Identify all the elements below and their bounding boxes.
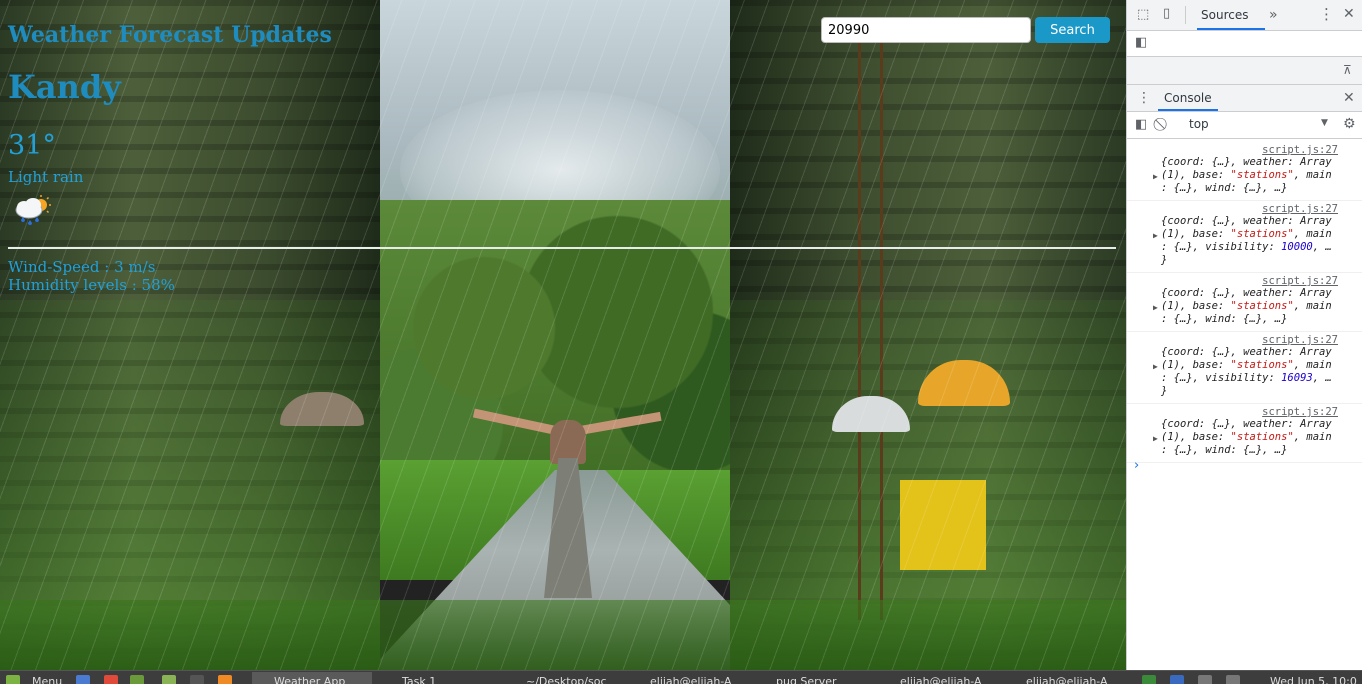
menu-button[interactable]: Menu	[32, 675, 62, 684]
toolbar-separator	[1185, 6, 1186, 24]
clock[interactable]: Wed Jun 5, 10:0	[1270, 675, 1357, 684]
close-drawer-icon[interactable]: ✕	[1343, 91, 1355, 105]
devtools-toolbar: ⬚ ▯ Sources » ⋮ ✕	[1127, 0, 1362, 31]
gear-icon[interactable]: ⚙	[1343, 117, 1356, 131]
app-icon[interactable]	[218, 675, 232, 684]
search-button[interactable]: Search	[1035, 17, 1110, 43]
console-log-entry[interactable]: script.js:27 ▶ {coord: {…}, weather: Array…	[1127, 142, 1362, 201]
log-source-link[interactable]: script.js:27	[1262, 275, 1338, 287]
tab-active-indicator	[1197, 28, 1265, 30]
log-line: : {…}, visibility: 10000, …	[1161, 241, 1332, 253]
drawer-control-bar: ⊼	[1127, 57, 1362, 85]
city-name: Kandy	[8, 68, 121, 106]
taskbar-window-button[interactable]: Weather App	[252, 672, 372, 684]
log-line: {coord: {…}, weather: Array	[1161, 346, 1332, 358]
log-line: : {…}, wind: {…}, …}	[1161, 313, 1288, 325]
log-line: {coord: {…}, weather: Array	[1161, 418, 1332, 430]
app-title: Weather Forecast Updates	[8, 22, 332, 48]
display-icon[interactable]	[1198, 675, 1212, 684]
console-log-entry[interactable]: script.js:27 ▶ {coord: {…}, weather: Array…	[1127, 332, 1362, 404]
close-icon[interactable]: ✕	[1343, 7, 1355, 21]
kebab-menu-icon[interactable]: ⋮	[1319, 7, 1334, 22]
drawer-menu-icon[interactable]: ⋮	[1137, 91, 1151, 105]
log-source-link[interactable]: script.js:27	[1262, 203, 1338, 215]
taskbar-window-button[interactable]: elijah@elijah-A	[878, 675, 998, 684]
console-prompt-icon[interactable]: ›	[1134, 458, 1139, 473]
log-source-link[interactable]: script.js:27	[1262, 334, 1338, 346]
context-selector[interactable]: top	[1189, 117, 1329, 134]
expand-triangle-icon[interactable]: ▶	[1153, 362, 1158, 371]
expand-triangle-icon[interactable]: ▶	[1153, 434, 1158, 443]
console-log-entry[interactable]: script.js:27 ▶ {coord: {…}, weather: Array…	[1127, 201, 1362, 273]
divider	[8, 247, 1116, 249]
sources-toolbar: ◧	[1127, 31, 1362, 57]
log-source-link[interactable]: script.js:27	[1262, 406, 1338, 418]
wind-speed: Wind-Speed : 3 m/s	[8, 258, 156, 276]
device-toolbar-icon[interactable]: ▯	[1163, 7, 1170, 20]
expand-triangle-icon[interactable]: ▶	[1153, 231, 1158, 240]
mint-menu-icon[interactable]	[6, 675, 20, 684]
log-line: : {…}, wind: {…}, …}	[1161, 182, 1288, 194]
rain-cloud-sun-icon	[15, 195, 51, 225]
console-log-entry[interactable]: script.js:27 ▶ {coord: {…}, weather: Array…	[1127, 273, 1362, 332]
temperature: 31°	[8, 130, 56, 161]
chevron-down-icon: ▼	[1321, 118, 1328, 128]
expand-triangle-icon[interactable]: ▶	[1153, 303, 1158, 312]
chrome-icon[interactable]	[104, 675, 118, 684]
show-sidebar-icon[interactable]: ◧	[1135, 118, 1147, 131]
weather-app: Weather Forecast Updates Kandy 31° Light…	[0, 0, 1126, 670]
log-source-link[interactable]: script.js:27	[1262, 144, 1338, 156]
console-log-entry[interactable]: script.js:27 ▶ {coord: {…}, weather: Array…	[1127, 404, 1362, 463]
weather-description: Light rain	[8, 168, 84, 186]
more-tabs-icon[interactable]: »	[1269, 8, 1278, 22]
log-line: {coord: {…}, weather: Array	[1161, 156, 1332, 168]
log-line: {coord: {…}, weather: Array	[1161, 287, 1332, 299]
taskbar: Menu Weather App Task 1 ~/Desktop/soc elija…	[0, 670, 1362, 684]
log-line: (1), base: "stations", main	[1161, 228, 1332, 240]
taskbar-window-button[interactable]: pug Server	[754, 675, 874, 684]
log-line: (1), base: "stations", main	[1161, 359, 1332, 371]
expand-triangle-icon[interactable]: ▶	[1153, 172, 1158, 181]
log-line: : {…}, visibility: 16093, …	[1161, 372, 1332, 384]
inspect-element-icon[interactable]: ⬚	[1137, 8, 1149, 21]
log-line: (1), base: "stations", main	[1161, 431, 1332, 443]
log-line: }	[1161, 254, 1168, 266]
taskbar-window-button[interactable]: elijah@elijah-A	[628, 675, 748, 684]
shield-icon[interactable]	[1170, 675, 1184, 684]
terminal-icon[interactable]	[130, 675, 144, 684]
console-toolbar: ◧ ⃠ top ▼ ⚙	[1127, 112, 1362, 139]
tab-console[interactable]: Console	[1164, 91, 1212, 105]
log-line: (1), base: "stations", main	[1161, 169, 1332, 181]
humidity: Humidity levels : 58%	[8, 276, 175, 294]
log-line: : {…}, wind: {…}, …}	[1161, 444, 1288, 456]
terminal-icon[interactable]	[190, 675, 204, 684]
drawer-collapse-icon[interactable]: ⊼	[1343, 64, 1352, 76]
log-line: {coord: {…}, weather: Array	[1161, 215, 1332, 227]
log-line: (1), base: "stations", main	[1161, 300, 1332, 312]
devtools-panel: ⬚ ▯ Sources » ⋮ ✕ ◧ ⊼ ⋮ Console ✕ ◧ ⃠ to…	[1126, 0, 1362, 670]
volume-icon[interactable]	[1226, 675, 1240, 684]
network-icon[interactable]	[1142, 675, 1156, 684]
drawer-tabbar: ⋮ Console ✕	[1127, 85, 1362, 112]
files-icon[interactable]	[76, 675, 90, 684]
search-input[interactable]	[821, 17, 1031, 43]
taskbar-window-button[interactable]: ~/Desktop/soc	[504, 675, 624, 684]
taskbar-window-button[interactable]: elijah@elijah-A	[1004, 675, 1124, 684]
log-line: }	[1161, 385, 1168, 397]
tab-active-indicator	[1158, 109, 1218, 111]
folder-icon[interactable]	[162, 675, 176, 684]
tab-sources[interactable]: Sources	[1201, 8, 1248, 22]
toggle-navigator-icon[interactable]: ◧	[1135, 36, 1147, 49]
taskbar-window-button[interactable]: Task 1	[380, 675, 500, 684]
